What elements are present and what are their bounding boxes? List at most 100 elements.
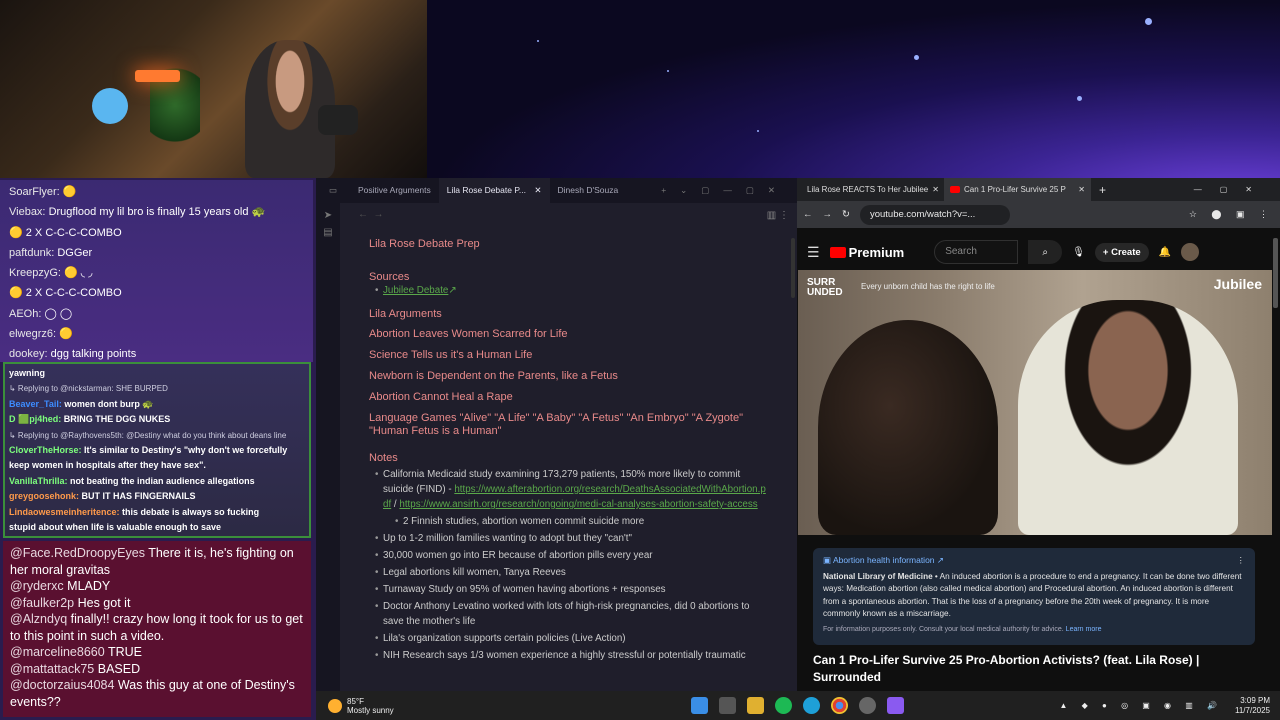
window-controls[interactable]: —▢✕ [1194,185,1280,194]
close-icon[interactable]: ✕ [1078,178,1085,201]
chat-message: elwegrz6: 🟡 [9,324,304,344]
search-button[interactable]: ⌕ [1028,240,1063,264]
chat-username: @doctorzaius4084 [10,678,115,692]
start-icon[interactable] [691,697,708,714]
system-tray: ▲ ◆ ● ◎ ▣ ◉ ▥ 🔊 3:09 PM 11/7/2025 [1060,696,1271,716]
mic-icon[interactable]: 🎙 [1072,247,1085,258]
nav-arrows[interactable]: ← → [358,209,384,220]
forward-icon[interactable]: → [823,209,833,220]
youtube-icon [829,246,846,258]
notes-list: Up to 1-2 million families wanting to ad… [369,531,769,663]
notes-ribbon: ➤ ▤ [316,203,340,691]
send-icon[interactable]: ➤ [316,210,340,221]
spotify-icon[interactable] [775,697,792,714]
chat-message: KreepzyG: 🟡 ◟ ◞ [9,263,304,283]
extension-icons[interactable]: ☆ ⬤ ▣ ⋮ [1189,209,1274,220]
reading-view-icon[interactable]: ▥ ⋮ [767,210,789,221]
info-text: National Library of Medicine • An induce… [823,571,1242,619]
video-player[interactable]: SURR UNDED Every unborn child has the rig… [798,270,1272,535]
chat-username: @Alzndyq [10,612,68,626]
chat-text: BASED [97,661,141,676]
url-field[interactable]: youtube.com/watch?v=... [859,204,1010,225]
chat-message: @faulker2p Hes got it [10,595,304,612]
tab-positive-arguments[interactable]: Positive Arguments [350,178,439,203]
note-subitem: 2 Finnish studies, abortion women commit… [369,514,769,529]
video-person-right [1018,300,1238,535]
back-icon[interactable]: ← [803,209,813,220]
chat-text: not beating the indian audience allegati… [70,475,255,486]
note-item: Up to 1-2 million families wanting to ad… [369,531,769,546]
note-item: 30,000 women go into ER because of abort… [369,548,769,563]
chat-message: @Alzndyq finally!! crazy how long it too… [10,611,304,644]
weather-widget[interactable]: 85°F Mostly sunny [316,697,394,715]
sidebar-toggle-icon[interactable]: ▭ [316,185,350,196]
chat-username: @faulker2p [10,595,75,610]
search-input[interactable]: Search [934,240,1019,264]
chat-message: D 🟩pj4hed: BRING THE DGG NUKES [9,412,305,427]
chat-message: keep women in hospitals after they have … [9,458,305,473]
create-button[interactable]: + Create [1094,242,1149,262]
tab-lila-rose[interactable]: Lila Rose Debate P... ✕ [438,178,550,203]
learn-more-link[interactable]: Learn more [1066,626,1102,633]
obsidian-icon[interactable] [887,697,904,714]
chat-text: 🟡 2 X C-C-C-COMBO [9,226,122,239]
more-icon[interactable]: ⋮ [1237,554,1246,567]
file-explorer-icon[interactable] [747,697,764,714]
chat-text: It's similar to Destiny's "why don't we … [84,445,288,456]
argument-item: Abortion Cannot Heal a Rape [369,391,513,403]
bell-icon[interactable]: 🔔 [1159,247,1171,258]
taskbar-apps [691,697,904,714]
info-fineprint: For information purposes only. Consult y… [823,625,1102,633]
document-icon[interactable]: ▤ [316,227,340,238]
task-view-icon[interactable] [719,697,736,714]
chat-message: 🟡 2 X C-C-C-COMBO [9,283,304,303]
chat-username: D 🟩pj4hed: [9,414,62,425]
clock[interactable]: 3:09 PM 11/7/2025 [1235,696,1270,716]
chat-message: paftdunk: DGGer [9,243,304,263]
tab-label: Lila Rose Debate P... [446,185,526,195]
youtube-logo[interactable]: Premium [829,245,904,260]
chat-username: Viebax: [9,206,46,219]
chat-username: SoarFlyer: [9,186,60,198]
avatar[interactable] [1181,243,1200,261]
chat-username: Lindaowesmeinheritence: [9,506,120,517]
close-icon[interactable]: ✕ [534,185,541,195]
info-title[interactable]: ▣ Abortion health information ↗ ⋮ [823,554,1245,567]
chat-message: @Face.RedDroopyEyes There it is, he's fi… [10,545,304,578]
edge-icon[interactable] [803,697,820,714]
browser-window: Lila Rose REACTS To Her Jubilee ✕ Can 1 P… [797,178,1280,691]
study-link-2[interactable]: https://www.ansirh.org/research/ongoing/… [399,499,757,510]
chat-text: 🟡 2 X C-C-C-COMBO [9,287,122,300]
chat-message: @doctorzaius4084 Was this guy at one of … [10,677,304,710]
youtube-icon [950,186,960,193]
scrollbar[interactable] [1273,238,1278,308]
chat-text: stupid about when life is valuable enoug… [9,522,222,533]
menu-icon[interactable]: ☰ [807,244,820,261]
jubilee-watermark: Jubilee [1213,276,1262,292]
browser-tab-active[interactable]: Can 1 Pro-Lifer Survive 25 P ✕ [944,178,1091,201]
note-title: Lila Rose Debate Prep [369,238,480,250]
tray-icons[interactable]: ▲ ◆ ● ◎ ▣ ◉ ▥ 🔊 [1060,701,1224,710]
notes-heading: Notes [369,452,398,464]
chat-message: AEOh: ◯ ◯ [9,304,304,324]
chrome-icon[interactable] [831,697,848,714]
scrollbar[interactable] [791,238,795,298]
jubilee-debate-link[interactable]: Jubilee Debate [383,285,448,296]
chat-text: keep women in hospitals after they have … [9,460,206,471]
chat-message: @marceline8660 TRUE [10,644,304,661]
window-controls[interactable]: +⌄▢—▢✕ [661,185,797,196]
close-icon[interactable]: ✕ [932,178,939,201]
new-tab-button[interactable]: + [1091,183,1106,197]
reload-icon[interactable]: ↻ [842,209,850,220]
sun-icon [328,698,342,713]
chat-message: SoarFlyer: 🟡 [9,182,304,202]
video-title: Can 1 Pro-Lifer Survive 25 Pro-Abortion … [813,653,1200,684]
obs-icon[interactable] [859,697,876,714]
chat-message: Viebax: Drugflood my lil bro is finally … [9,202,304,222]
address-bar-row: ← → ↻ youtube.com/watch?v=... ☆ ⬤ ▣ ⋮ [797,201,1280,228]
tab-dinesh[interactable]: Dinesh D'Souza [550,178,627,203]
note-item: NIH Research says 1/3 women experience a… [369,648,769,663]
chat-username: AEOh: [9,307,42,320]
browser-tab[interactable]: Lila Rose REACTS To Her Jubilee ✕ [797,178,944,201]
chat-text: 🟡 ◟ ◞ [64,267,93,280]
